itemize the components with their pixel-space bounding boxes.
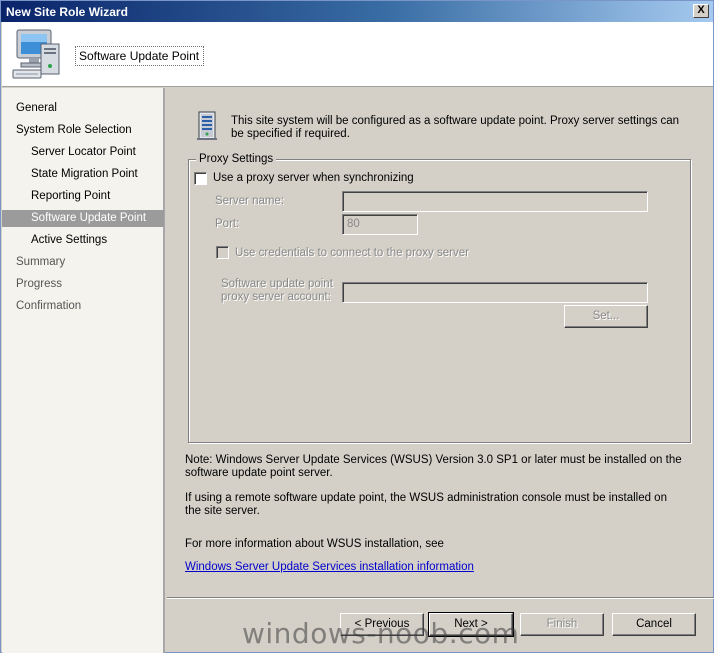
wizard-window: New Site Role Wizard X Software Update P… bbox=[0, 0, 714, 653]
window-title: New Site Role Wizard bbox=[6, 5, 128, 19]
footer-separator bbox=[167, 597, 714, 599]
sidebar-item-general[interactable]: General bbox=[2, 100, 164, 117]
wizard-header: Software Update Point bbox=[2, 22, 713, 87]
computer-icon bbox=[12, 29, 60, 79]
proxy-settings-legend: Proxy Settings bbox=[196, 153, 277, 165]
proxy-account-field[interactable] bbox=[342, 282, 648, 303]
sidebar-item-software-update-point[interactable]: Software Update Point bbox=[2, 210, 164, 227]
sidebar-item-system-role-selection[interactable]: System Role Selection bbox=[2, 122, 164, 139]
sidebar-item-confirmation: Confirmation bbox=[16, 300, 82, 312]
wsus-version-note: Note: Windows Server Update Services (WS… bbox=[185, 454, 682, 479]
wsus-console-note: If using a remote software update point,… bbox=[185, 492, 667, 517]
cancel-button[interactable]: Cancel bbox=[612, 613, 696, 636]
header-title: Software Update Point bbox=[74, 46, 205, 66]
sidebar-item-state-migration-point[interactable]: State Migration Point bbox=[2, 166, 164, 183]
set-account-button[interactable]: Set... bbox=[564, 305, 648, 328]
server-icon bbox=[197, 111, 217, 140]
use-proxy-label: Use a proxy server when synchronizing bbox=[213, 172, 414, 184]
use-credentials-checkbox[interactable] bbox=[216, 246, 229, 259]
use-credentials-label: Use credentials to connect to the proxy … bbox=[235, 247, 469, 259]
use-proxy-checkbox[interactable] bbox=[194, 172, 207, 185]
server-name-field[interactable] bbox=[342, 191, 648, 212]
port-label: Port: bbox=[215, 218, 240, 230]
wizard-step-sidebar: General System Role Selection Server Loc… bbox=[2, 88, 165, 653]
next-button[interactable]: Next > bbox=[428, 612, 514, 637]
wizard-content: This site system will be configured as a… bbox=[167, 88, 714, 653]
previous-button[interactable]: < Previous bbox=[340, 613, 424, 636]
account-label-line1: Software update point bbox=[221, 278, 333, 290]
sidebar-item-server-locator-point[interactable]: Server Locator Point bbox=[2, 144, 164, 161]
close-button[interactable]: X bbox=[693, 4, 709, 18]
title-bar: New Site Role Wizard X bbox=[1, 1, 713, 22]
server-name-label: Server name: bbox=[215, 195, 285, 207]
account-label-line2: proxy server account: bbox=[221, 291, 331, 303]
sidebar-item-progress: Progress bbox=[16, 278, 63, 290]
wsus-info-note: For more information about WSUS installa… bbox=[185, 538, 444, 550]
sidebar-item-active-settings[interactable]: Active Settings bbox=[2, 232, 164, 249]
sidebar-item-reporting-point[interactable]: Reporting Point bbox=[2, 188, 164, 205]
wsus-installation-link[interactable]: Windows Server Update Services installat… bbox=[185, 561, 474, 573]
port-field[interactable]: 80 bbox=[342, 214, 418, 235]
finish-button[interactable]: Finish bbox=[520, 613, 604, 636]
intro-text: This site system will be configured as a… bbox=[231, 115, 680, 140]
sidebar-item-summary: Summary bbox=[16, 256, 66, 268]
